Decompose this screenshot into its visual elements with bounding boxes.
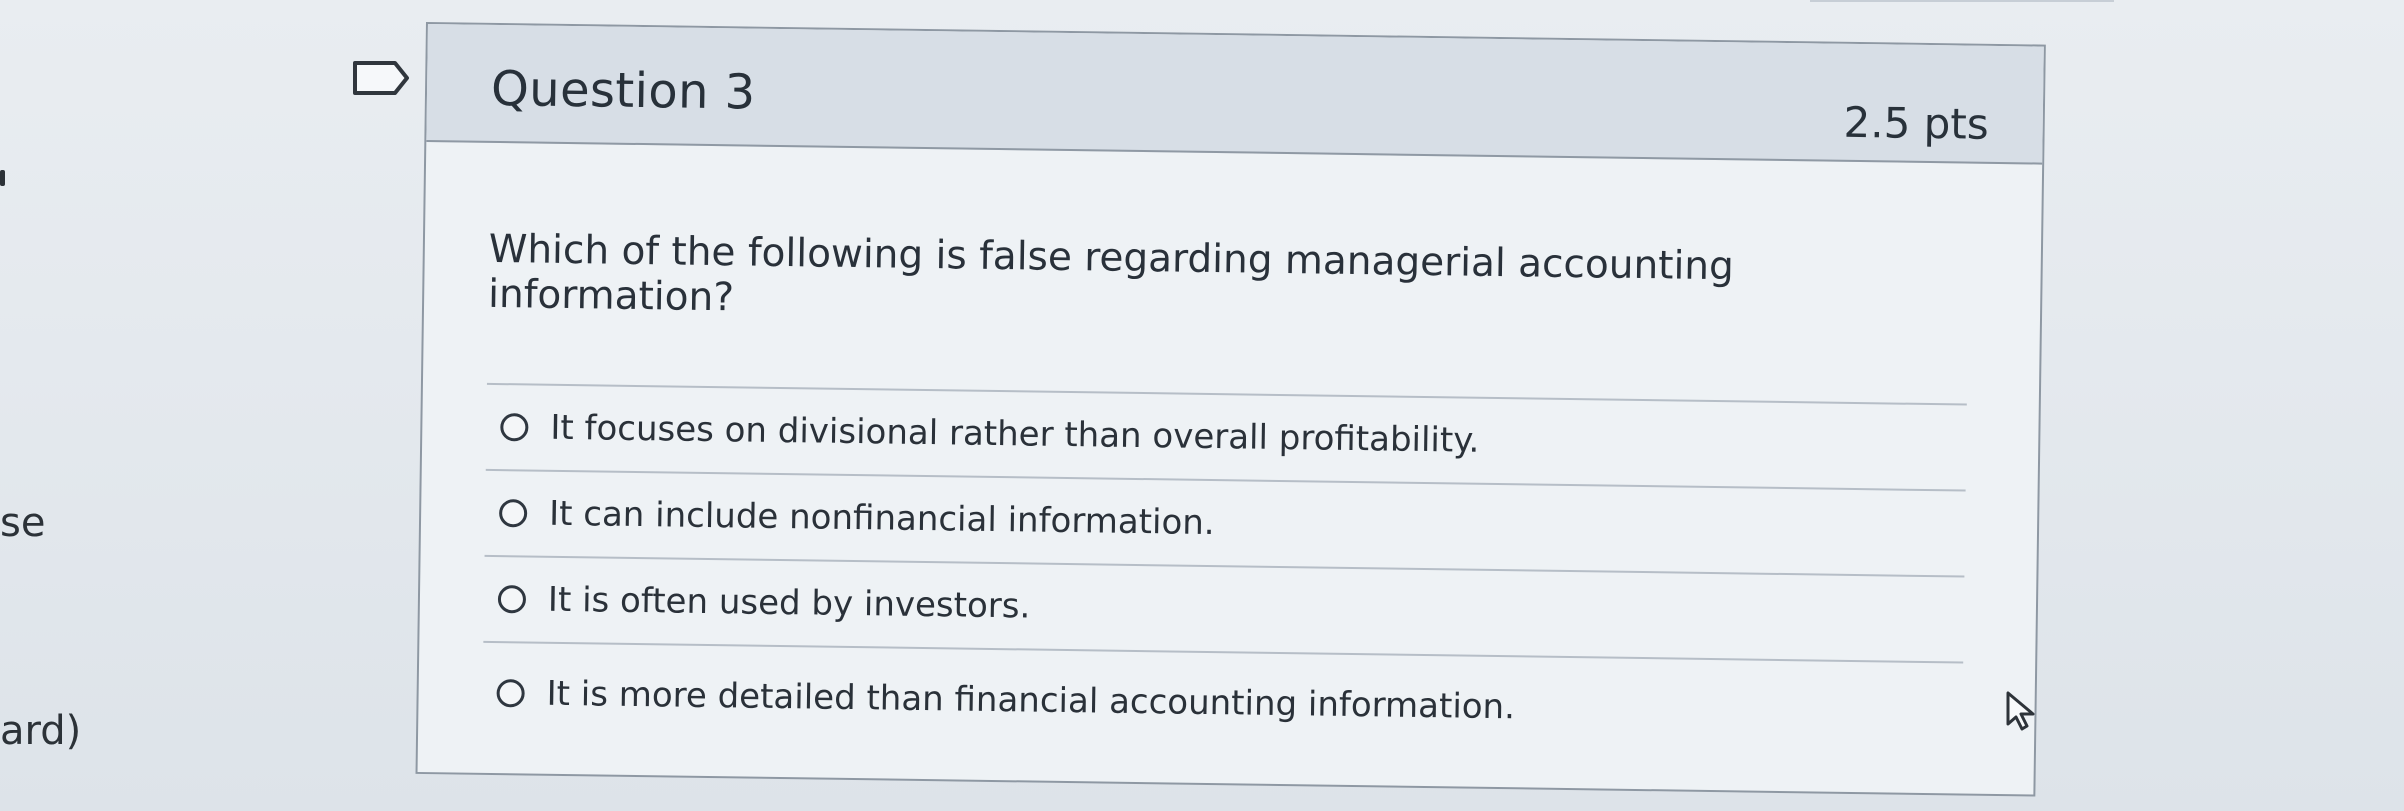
answer-option-2-label: It can include nonﬁnancial information. [548,493,1215,544]
left-text-fragment-se: se [0,500,46,546]
question-body: Which of the following is false regardin… [418,142,2042,765]
question-points: 2.5 pts [1843,97,1990,149]
radio-button-icon[interactable] [496,679,525,708]
radio-button-icon[interactable] [500,413,529,442]
radio-button-icon[interactable] [498,499,528,528]
mouse-pointer-icon [2006,691,2035,731]
question-header: Question 3 2.5 pts [426,24,2044,165]
top-edge-line [1810,0,2114,2]
question-card: Question 3 2.5 pts Which of the followin… [415,22,2046,797]
question-prompt: Which of the following is false regardin… [487,226,1735,321]
answer-option-1-label: It focuses on divisional rather than ove… [550,407,1480,461]
left-text-fragment-ard: ard) [0,708,82,754]
answer-list: It focuses on divisional rather than ove… [481,382,1967,764]
flag-icon[interactable] [352,60,410,96]
radio-button-icon[interactable] [497,585,527,614]
left-edge-mark [0,170,5,186]
answer-option-4[interactable]: It is more detailed than ﬁnancial accoun… [482,643,1963,764]
answer-option-4-label: It is more detailed than ﬁnancial accoun… [546,673,1516,728]
answer-option-3-label: It is often used by investors. [547,579,1031,627]
question-title: Question 3 [490,60,756,121]
